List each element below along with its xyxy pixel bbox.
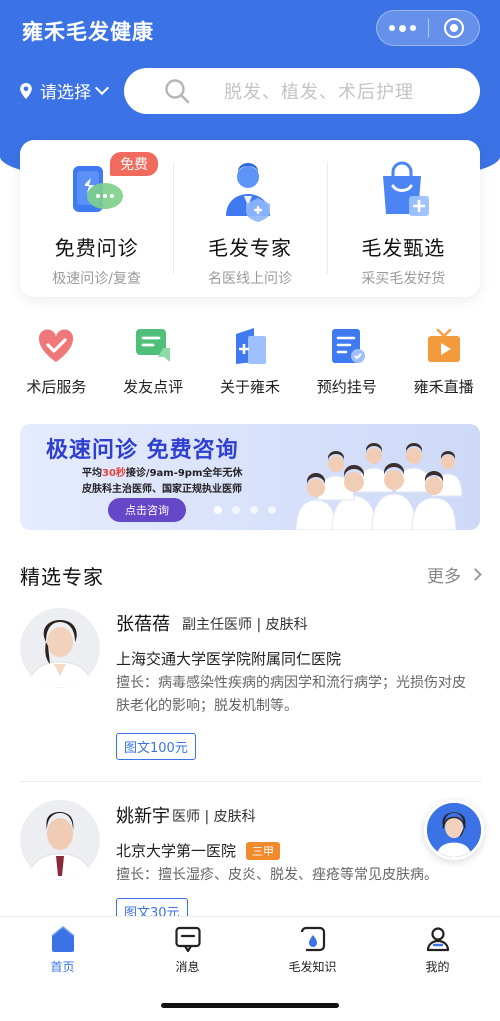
doctor-name: 张蓓蓓 <box>116 614 170 635</box>
doctor-avatar <box>20 608 100 688</box>
quick-appointment[interactable]: 预约挂号 <box>302 326 392 397</box>
doctor-name: 姚新宇 <box>116 806 170 827</box>
banner-line-2: 皮肤科主治医师、国家正规执业医师 <box>82 484 242 495</box>
home-indicator <box>161 1003 339 1008</box>
hair-knowledge-icon <box>300 926 325 952</box>
quick-label: 术后服务 <box>26 378 87 396</box>
pagination-dot-active[interactable] <box>214 506 222 514</box>
doctor-specialty: 擅长：擅长湿疹、皮炎、脱发、痤疮等常见皮肤病。 <box>116 867 438 883</box>
location-label: 请选择 <box>40 83 91 103</box>
service-subtitle: 采买毛发好货 <box>361 271 446 287</box>
banner-line-1: 平均30秒接诊/9am-9pm全年无休 <box>82 468 243 479</box>
tab-profile[interactable]: 我的 <box>375 917 500 1021</box>
quick-live[interactable]: 雍禾直播 <box>399 326 489 397</box>
pagination-dot[interactable] <box>268 506 276 514</box>
location-selector[interactable]: 请选择 <box>18 78 110 103</box>
more-label: 更多 <box>427 567 461 587</box>
app-title: 雍禾毛发健康 <box>22 20 154 44</box>
service-subtitle: 极速问诊/复查 <box>52 271 142 287</box>
location-pin-icon <box>20 82 32 99</box>
quick-label: 雍禾直播 <box>413 378 474 396</box>
doctor-title: 副主任医师 | 皮肤科 <box>182 617 308 633</box>
miniprogram-capsule <box>376 10 480 46</box>
banner-consult-button[interactable]: 点击咨询 <box>108 498 186 522</box>
shopping-bag-icon <box>383 161 430 216</box>
message-icon <box>174 926 201 953</box>
section-title: 精选专家 <box>20 565 104 589</box>
banner-pagination <box>214 506 276 514</box>
pagination-dot[interactable] <box>232 506 240 514</box>
profile-icon <box>426 927 449 952</box>
customer-service-icon <box>427 803 481 857</box>
heart-check-icon <box>39 329 74 362</box>
expert-card[interactable]: 姚新宇 医师 | 皮肤科 北京大学第一医院 三甲 擅长：擅长湿疹、皮炎、脱发、痤疮… <box>20 798 482 925</box>
free-badge: 免费 <box>110 152 158 176</box>
banner-headline: 极速问诊 免费咨询 <box>46 438 239 463</box>
male-doctor-avatar-icon <box>20 800 100 880</box>
doctor-icon <box>225 163 270 222</box>
tab-label: 消息 <box>175 960 200 974</box>
dot-icon <box>409 24 416 31</box>
female-doctor-avatar-icon <box>20 608 100 688</box>
home-icon <box>51 926 74 952</box>
main-services-card: 免费 免费问诊 极速问诊/复查 毛发专家 名医线上问诊 毛发甄选 采买毛发好货 <box>20 140 480 297</box>
quick-reviews[interactable]: 发友点评 <box>108 326 198 397</box>
banner-highlight: 30秒 <box>102 468 126 479</box>
doctor-hospital: 北京大学第一医院 三甲 <box>116 840 281 861</box>
doctors-group-illustration <box>295 443 462 530</box>
search-icon <box>165 79 190 104</box>
pagination-dot[interactable] <box>250 506 258 514</box>
search-placeholder: 脱发、植发、术后护理 <box>224 82 414 103</box>
customer-service-button[interactable] <box>424 800 484 860</box>
quick-label: 预约挂号 <box>316 378 377 396</box>
service-hair-expert[interactable]: 毛发专家 名医线上问诊 <box>173 140 326 297</box>
doctor-avatar <box>20 800 100 880</box>
promo-banner[interactable]: 极速问诊 免费咨询 平均30秒接诊/9am-9pm全年无休 皮肤科主治医师、国家… <box>20 424 480 530</box>
tab-home[interactable]: 首页 <box>0 917 125 1021</box>
service-title: 免费问诊 <box>54 236 139 260</box>
chevron-down-icon <box>94 80 110 95</box>
dot-icon <box>388 24 395 31</box>
quick-label: 关于雍禾 <box>219 378 280 396</box>
search-input[interactable]: 脱发、植发、术后护理 <box>124 68 480 114</box>
service-free-consult[interactable]: 免费 免费问诊 极速问诊/复查 <box>20 140 173 297</box>
service-title: 毛发甄选 <box>361 236 446 260</box>
tab-label: 首页 <box>50 960 75 974</box>
live-play-icon <box>427 328 460 362</box>
service-title: 毛发专家 <box>207 236 292 260</box>
service-subtitle: 名医线上问诊 <box>207 271 292 287</box>
close-miniprogram-button[interactable] <box>428 18 479 38</box>
chat-review-icon <box>136 329 171 362</box>
tab-label: 我的 <box>425 960 450 974</box>
quick-about[interactable]: 关于雍禾 <box>205 326 295 397</box>
info-book-icon <box>235 328 266 364</box>
doctor-hospital: 上海交通大学医学院附属同仁医院 <box>116 650 342 668</box>
more-experts-link[interactable]: 更多 <box>427 562 482 587</box>
doctor-specialty: 擅长：病毒感染性疾病的病因学和流行病学；光损伤对皮肤老化的影响；脱发机制等。 <box>116 675 466 714</box>
more-options-button[interactable] <box>377 24 428 32</box>
dot-icon <box>398 24 406 32</box>
appointment-icon <box>331 329 365 363</box>
chevron-right-icon <box>469 568 482 581</box>
doctor-title: 医师 | 皮肤科 <box>172 809 256 825</box>
quick-label: 发友点评 <box>123 378 184 396</box>
tab-label: 毛发知识 <box>288 960 337 974</box>
target-icon <box>443 18 464 38</box>
quick-postop-service[interactable]: 术后服务 <box>11 326 101 397</box>
service-hair-mall[interactable]: 毛发甄选 采买毛发好货 <box>326 140 480 297</box>
hospital-tier-badge: 三甲 <box>246 841 281 860</box>
quick-menu: 术后服务 发友点评 关于雍禾 预约挂号 雍禾直播 <box>0 326 500 397</box>
consult-price-button[interactable]: 图文100元 <box>116 733 196 760</box>
expert-card[interactable]: 张蓓蓓 副主任医师 | 皮肤科 上海交通大学医学院附属同仁医院 擅长：病毒感染性… <box>20 606 482 782</box>
